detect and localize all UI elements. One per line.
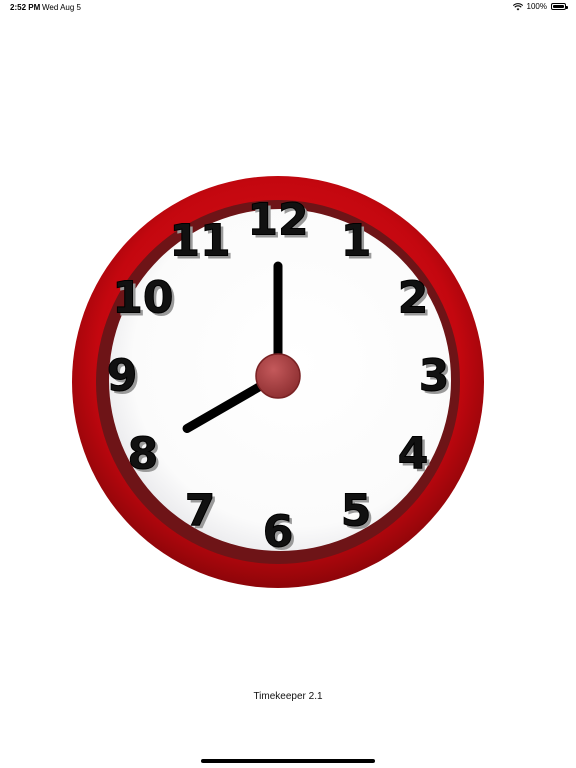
dial-number-3: 3 (419, 351, 450, 402)
dial-number-6: 6 (263, 507, 294, 558)
dial-number-9: 9 (107, 351, 138, 402)
app-version-label: Timekeeper 2.1 (253, 691, 323, 702)
status-bar: 2:52 PM Wed Aug 5 100% (0, 0, 576, 16)
dial-number-11: 11 (169, 215, 230, 266)
dial-number-8: 8 (128, 429, 159, 480)
battery-percent: 100% (526, 2, 547, 11)
dial-number-5: 5 (341, 486, 372, 537)
status-time: 2:52 PM (10, 3, 41, 12)
clock[interactable]: 12 12 1 1 2 2 3 3 4 4 5 5 6 6 7 7 8 8 9 9 10 10 11 11 (64, 168, 496, 600)
status-indicators: 100% (512, 2, 568, 11)
battery-icon (551, 3, 568, 10)
screen: 2:52 PM Wed Aug 5 100% 12 12 1 1 2 2 3 3… (0, 0, 576, 768)
dial-number-10: 10 (112, 273, 173, 324)
home-indicator[interactable] (201, 759, 375, 763)
dial-number-2: 2 (398, 273, 429, 324)
status-date: Wed Aug 5 (42, 3, 81, 12)
center-hub (255, 353, 301, 399)
dial-number-1: 1 (341, 215, 372, 266)
battery-level (553, 5, 564, 8)
dial-number-7: 7 (185, 486, 216, 537)
clock-face-svg: 1212 11223344556677889910101111 (72, 176, 484, 588)
wifi-icon (512, 2, 523, 10)
dial-number-12: 12 (247, 195, 308, 246)
dial-number-4: 4 (398, 429, 429, 480)
